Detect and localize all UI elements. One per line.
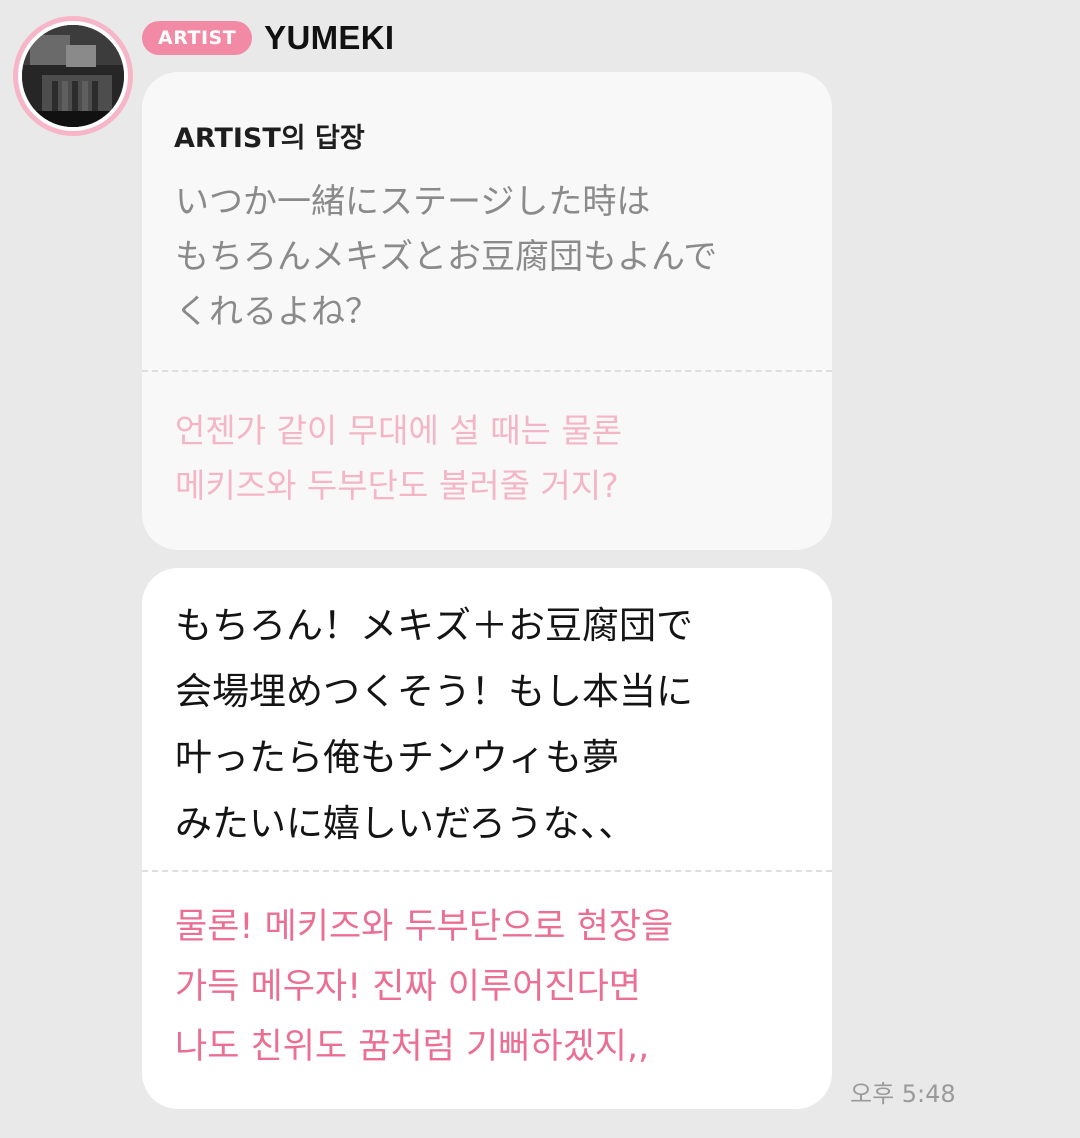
message-header: ARTIST YUMEKI: [142, 18, 394, 58]
reply-divider: [142, 370, 832, 372]
avatar-ring-inner: [18, 21, 128, 131]
reply-translation-text: 언젠가 같이 무대에 설 때는 물론 메키즈와 두부단도 불러줄 거지?: [175, 411, 623, 505]
sender-name[interactable]: YUMEKI: [264, 19, 394, 57]
message-timestamp: 오후 5:48: [850, 1080, 956, 1108]
reply-card[interactable]: ARTIST의 답장 いつか一緒にステージした時は もちろんメキズとお豆腐団もよ…: [142, 72, 832, 550]
avatar[interactable]: [13, 16, 133, 136]
message-bubble[interactable]: もちろん！メキズ＋お豆腐団で 会場埋めつくそう！もし本当に 叶ったら俺もチンウィ…: [142, 568, 832, 1109]
reply-original-text: いつか一緒にステージした時は もちろんメキズとお豆腐団もよんで くれるよね？: [175, 182, 718, 332]
message-divider: [142, 870, 832, 872]
avatar-photo: [22, 25, 124, 127]
message-translation-text: 물론! 메키즈와 두부단으로 현장을 가득 메우자! 진짜 이루어진다면 나도 …: [175, 907, 674, 1067]
artist-badge: ARTIST: [142, 21, 253, 55]
reply-heading: ARTIST의 답장: [174, 123, 365, 154]
message-original-text: もちろん！メキズ＋お豆腐団で 会場埋めつくそう！もし本当に 叶ったら俺もチンウィ…: [175, 604, 693, 845]
